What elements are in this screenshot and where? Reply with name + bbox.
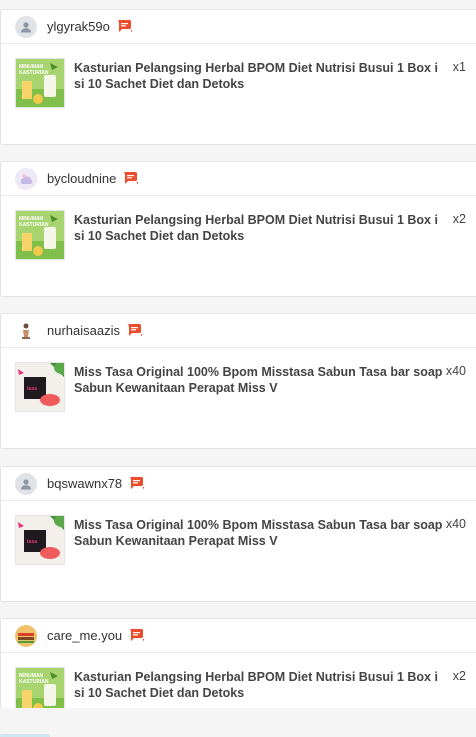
quantity: x2 — [452, 212, 466, 226]
quantity: x1 — [452, 60, 466, 74]
card-header: care_me.you — [1, 619, 476, 653]
product-thumbnail[interactable]: MINUMAN KASTURIAN — [15, 667, 65, 708]
card-header: nurhaisaazis — [1, 314, 476, 348]
product-name[interactable]: Kasturian Pelangsing Herbal BPOM Diet Nu… — [74, 669, 444, 701]
username[interactable]: bycloudnine — [47, 171, 116, 186]
figure-avatar-icon — [22, 323, 30, 339]
svg-text:KASTURIAN: KASTURIAN — [19, 679, 49, 685]
order-card: nurhaisaazis tasa Miss Tasa Original 100… — [0, 313, 476, 449]
avatar[interactable] — [15, 319, 37, 342]
product-thumbnail[interactable]: MINUMAN KASTURIAN — [15, 58, 65, 108]
chat-icon[interactable] — [128, 323, 144, 338]
username[interactable]: ylgyrak59o — [47, 19, 110, 34]
card-header: bqswawnx78 — [1, 467, 476, 501]
username[interactable]: nurhaisaazis — [47, 323, 120, 338]
svg-text:KASTURIAN: KASTURIAN — [19, 70, 49, 76]
order-list: ylgyrak59o MINUMAN KASTURIAN Kasturian P… — [0, 0, 476, 708]
quantity: x2 — [452, 669, 466, 683]
product-name[interactable]: Miss Tasa Original 100% Bpom Misstasa Sa… — [74, 364, 444, 396]
avatar[interactable] — [15, 167, 37, 190]
card-body: tasa Miss Tasa Original 100% Bpom Missta… — [1, 348, 476, 448]
card-body: MINUMAN KASTURIAN Kasturian Pelangsing H… — [1, 44, 476, 144]
avatar[interactable] — [15, 15, 37, 38]
cloud-avatar-icon — [16, 168, 36, 189]
card-body: MINUMAN KASTURIAN Kasturian Pelangsing H… — [1, 196, 476, 296]
product-thumbnail[interactable]: MINUMAN KASTURIAN — [15, 210, 65, 260]
user-icon — [21, 21, 31, 32]
chat-icon[interactable] — [130, 476, 146, 491]
card-header: ylgyrak59o — [1, 10, 476, 44]
chat-icon[interactable] — [124, 171, 140, 186]
product-name[interactable]: Kasturian Pelangsing Herbal BPOM Diet Nu… — [74, 60, 444, 92]
order-card: bqswawnx78 tasa Miss Tasa Original 100% … — [0, 466, 476, 602]
order-card: ylgyrak59o MINUMAN KASTURIAN Kasturian P… — [0, 9, 476, 145]
chat-icon[interactable] — [130, 628, 146, 643]
product-thumbnail[interactable]: tasa — [15, 362, 65, 412]
card-header: bycloudnine — [1, 162, 476, 196]
username[interactable]: bqswawnx78 — [47, 476, 122, 491]
food-avatar-icon — [15, 624, 37, 647]
order-card: care_me.you MINUMAN KASTURIAN Kasturian … — [0, 618, 476, 708]
avatar[interactable] — [15, 472, 37, 495]
quantity: x40 — [445, 517, 466, 531]
product-name[interactable]: Miss Tasa Original 100% Bpom Misstasa Sa… — [74, 517, 444, 549]
user-icon — [21, 478, 31, 489]
quantity: x40 — [445, 364, 466, 378]
card-body: tasa Miss Tasa Original 100% Bpom Missta… — [1, 501, 476, 601]
svg-text:tasa: tasa — [27, 386, 37, 392]
svg-text:KASTURIAN: KASTURIAN — [19, 222, 49, 228]
product-thumbnail[interactable]: tasa — [15, 515, 65, 565]
svg-text:tasa: tasa — [27, 539, 37, 545]
order-card: bycloudnine MINUMAN KASTURIAN Kasturian … — [0, 161, 476, 297]
product-name[interactable]: Kasturian Pelangsing Herbal BPOM Diet Nu… — [74, 212, 444, 244]
username[interactable]: care_me.you — [47, 628, 122, 643]
avatar[interactable] — [15, 624, 37, 647]
chat-icon[interactable] — [117, 19, 134, 34]
card-body: MINUMAN KASTURIAN Kasturian Pelangsing H… — [1, 653, 476, 708]
